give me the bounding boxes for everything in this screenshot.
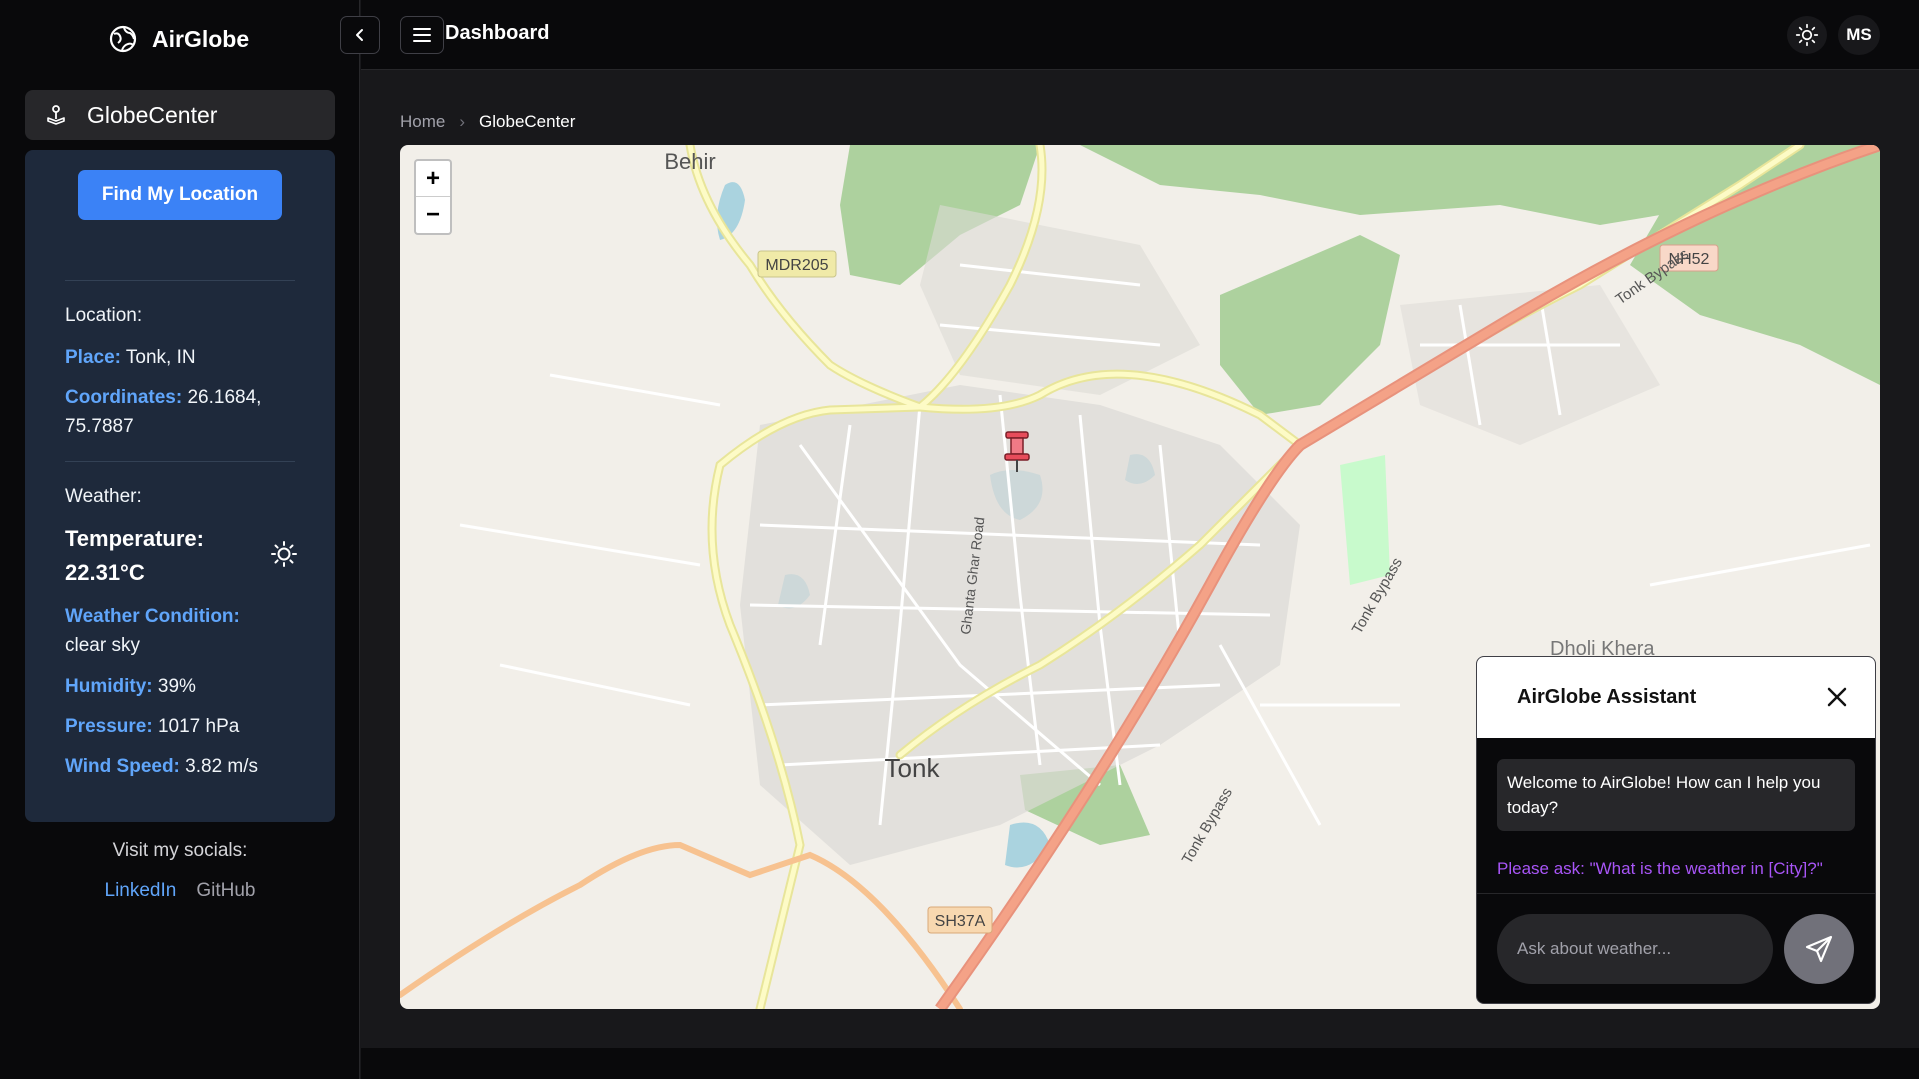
collapse-sidebar-button[interactable] (340, 16, 380, 54)
map-label-sh37a: SH37A (935, 913, 986, 930)
pressure-value: 1017 hPa (157, 716, 240, 737)
condition-value: clear sky (65, 635, 140, 656)
park-area (1340, 455, 1390, 585)
humidity-value: 39% (157, 676, 196, 697)
chat-header: AirGlobe Assistant (1477, 657, 1875, 738)
send-icon (1805, 935, 1833, 963)
wind-row: Wind Speed: 3.82 m/s (65, 752, 305, 781)
temperature: Temperature: 22.31°C (65, 526, 204, 585)
forest-area (1220, 235, 1400, 415)
condition-row: Weather Condition: clear sky (65, 602, 305, 660)
globe-icon (109, 25, 137, 53)
brand[interactable]: AirGlobe (108, 24, 249, 54)
theme-toggle-button[interactable] (1787, 16, 1827, 54)
humidity-label: Humidity: (65, 676, 153, 697)
zoom-control: + − (414, 159, 452, 235)
breadcrumb: Home › GlobeCenter (400, 112, 575, 132)
sidebar-item-globecenter[interactable]: GlobeCenter (25, 90, 335, 140)
map-label-tonk-bypass: Tonk Bypass (1179, 785, 1236, 867)
condition-label: Weather Condition: (65, 606, 240, 627)
divider (65, 280, 295, 281)
zoom-in-button[interactable]: + (416, 161, 450, 197)
breadcrumb-separator: › (459, 112, 466, 131)
topbar (361, 0, 1919, 70)
secondary-roads (400, 841, 963, 1009)
zoom-out-button[interactable]: − (416, 197, 450, 233)
linkedin-link[interactable]: LinkedIn (105, 880, 177, 902)
map-label-mdr205: MDR205 (765, 257, 828, 274)
humidity-row: Humidity: 39% (65, 672, 305, 701)
map-label-behir: Behir (664, 149, 715, 174)
coordinates-row: Coordinates: 26.1684, 75.7887 (65, 383, 305, 441)
send-button[interactable] (1784, 914, 1854, 984)
sidebar-item-label: GlobeCenter (87, 101, 218, 128)
joystick-icon (47, 105, 65, 125)
github-link[interactable]: GitHub (196, 880, 255, 902)
divider (65, 461, 295, 462)
place-row: Place: Tonk, IN (65, 343, 305, 372)
breadcrumb-home[interactable]: Home (400, 112, 445, 132)
assistant-hint: Please ask: "What is the weather in [Cit… (1497, 859, 1823, 878)
location-title: Location: (65, 305, 143, 326)
brand-name: AirGlobe (152, 25, 250, 52)
socials-title: Visit my socials: (112, 840, 248, 861)
page-title: Dashboard (445, 22, 550, 44)
chat-title: AirGlobe Assistant (1517, 686, 1697, 708)
map-label-tonk: Tonk (885, 753, 941, 783)
chevron-left-icon (356, 29, 363, 41)
wind-value: 3.82 m/s (185, 756, 259, 777)
place-value: Tonk, IN (125, 347, 196, 368)
wind-label: Wind Speed: (65, 756, 180, 777)
footer-bar (361, 1048, 1919, 1079)
breadcrumb-current: GlobeCenter (479, 112, 576, 131)
avatar[interactable]: MS (1838, 15, 1880, 55)
assistant-message: Welcome to AirGlobe! How can I help you … (1497, 759, 1855, 831)
menu-button[interactable] (400, 16, 444, 54)
location-panel: Find My Location Location: Place: Tonk, … (25, 150, 335, 822)
pressure-row: Pressure: 1017 hPa (65, 712, 305, 741)
map-pin-icon[interactable] (1002, 430, 1032, 474)
close-icon[interactable] (1823, 683, 1851, 711)
sidebar: AirGlobe GlobeCenter Find My Location Lo… (0, 0, 360, 1079)
menu-icon (413, 28, 431, 42)
place-label: Place: (65, 347, 121, 368)
chat-input[interactable] (1497, 914, 1773, 984)
find-my-location-button[interactable]: Find My Location (78, 170, 282, 220)
socials: LinkedIn GitHub (0, 880, 360, 902)
sun-icon (1795, 23, 1819, 47)
pressure-label: Pressure: (65, 716, 153, 737)
divider (1477, 893, 1875, 894)
weather-title: Weather: (65, 486, 142, 507)
coordinates-label: Coordinates: (65, 387, 183, 408)
sun-icon (271, 541, 297, 567)
assistant-chat-panel: AirGlobe Assistant Welcome to AirGlobe! … (1476, 656, 1876, 1004)
